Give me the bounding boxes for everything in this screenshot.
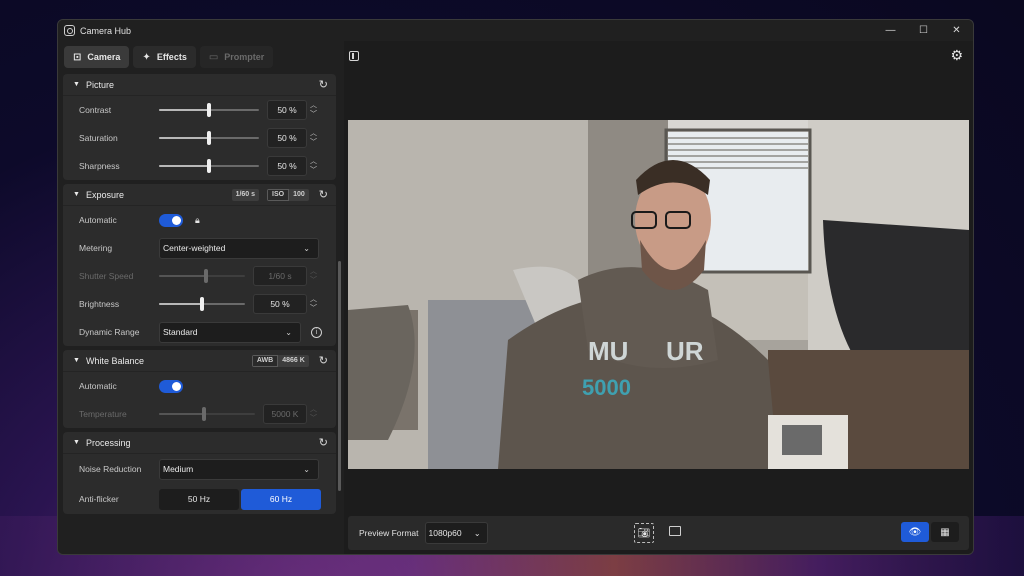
- temperature-value[interactable]: 5000 K: [263, 404, 307, 424]
- processing-header[interactable]: ▼ Processing ↻: [63, 432, 336, 454]
- app-icon: [64, 25, 75, 36]
- metering-row: Metering Center-weighted ⌄: [63, 234, 336, 262]
- noise-reduction-row: Noise Reduction Medium ⌄: [63, 454, 336, 484]
- processing-section: ▼ Processing ↻ Noise Reduction Medium ⌄ A…: [63, 432, 336, 514]
- reset-icon[interactable]: ↻: [319, 188, 328, 201]
- lock-icon[interactable]: 🔒︎: [195, 215, 200, 226]
- shutter-speed-slider[interactable]: [159, 268, 245, 284]
- preview-format-dropdown[interactable]: 1080p60 ⌄: [424, 522, 488, 544]
- picture-header[interactable]: ▼ Picture ↻: [63, 74, 336, 96]
- contrast-slider[interactable]: [159, 102, 259, 118]
- svg-text:MU: MU: [588, 336, 628, 366]
- noise-reduction-dropdown[interactable]: Medium ⌄: [159, 458, 319, 480]
- magic-wand-icon: ✦: [142, 51, 151, 63]
- tab-prompter[interactable]: ▭ Prompter: [199, 46, 274, 68]
- brightness-slider[interactable]: [159, 296, 245, 312]
- dynamic-range-row: Dynamic Range Standard ⌄ i: [63, 318, 336, 346]
- white-balance-header[interactable]: ▼ White Balance AWB 4866 K ↻: [63, 350, 336, 372]
- saturation-value[interactable]: 50 %: [267, 128, 307, 148]
- camera-feed-image: MU UR 5000: [348, 120, 969, 469]
- awb-badge: AWB 4866 K: [251, 354, 309, 367]
- anti-flicker-row: Anti-flicker 50 Hz 60 Hz: [63, 484, 336, 514]
- iso-badge: ISO 100: [267, 188, 309, 201]
- reset-icon[interactable]: ↻: [319, 436, 328, 449]
- tab-camera[interactable]: ⊡ Camera: [64, 46, 130, 68]
- folder-icon[interactable]: [669, 526, 681, 536]
- tab-effects[interactable]: ✦ Effects: [133, 46, 196, 68]
- temperature-slider[interactable]: [159, 406, 255, 422]
- app-window: Camera Hub — ☐ ✕ ⊡ Camera ✦ Effects ▭ Pr…: [57, 19, 974, 555]
- info-icon[interactable]: i: [311, 326, 322, 338]
- saturation-stepper[interactable]: ︿ ﹀: [310, 129, 317, 147]
- reset-icon[interactable]: ↻: [319, 354, 328, 367]
- toggle-sidebar-icon[interactable]: [349, 51, 359, 61]
- temperature-row: Temperature 5000 K ︿ ﹀: [79, 404, 317, 424]
- exposure-header[interactable]: ▼ Exposure 1/60 s ISO 100 ↻: [63, 184, 336, 206]
- saturation-row: Saturation 50 % ︿ ﹀: [79, 128, 317, 148]
- gear-icon[interactable]: ⚙: [950, 47, 963, 64]
- reset-icon[interactable]: ↻: [319, 78, 328, 91]
- shutter-speed-stepper[interactable]: ︿ ﹀: [310, 267, 317, 285]
- exposure-automatic-row: Automatic 🔒︎: [79, 213, 200, 227]
- brightness-row: Brightness 50 % ︿ ﹀: [79, 294, 317, 314]
- camera-icon: ⊡: [73, 51, 82, 63]
- contrast-value[interactable]: 50 %: [267, 100, 307, 120]
- chevron-down-icon: ⌄: [285, 327, 292, 337]
- settings-scroll-area[interactable]: ▼ Picture ↻ Contrast 50 % ︿﹀ Saturation: [63, 74, 336, 550]
- anti-flicker-50hz-button[interactable]: 50 Hz: [159, 488, 239, 510]
- close-button[interactable]: ✕: [940, 20, 973, 41]
- chevron-down-icon: ⌄: [473, 528, 481, 538]
- window-title: Camera Hub: [80, 25, 132, 36]
- collapse-caret-icon: ▼: [73, 357, 80, 364]
- preview-eye-icon[interactable]: 👁︎: [901, 522, 929, 542]
- metering-dropdown[interactable]: Center-weighted ⌄: [159, 237, 319, 259]
- preview-format-label: Preview Format: [359, 528, 419, 538]
- brightness-value[interactable]: 50 %: [253, 294, 307, 314]
- maximize-button[interactable]: ☐: [907, 20, 940, 41]
- camera-preview: MU UR 5000: [348, 120, 969, 469]
- exposure-automatic-toggle[interactable]: [159, 213, 183, 227]
- shutter-speed-value[interactable]: 1/60 s: [253, 266, 307, 286]
- preview-toolbar: Preview Format 1080p60 ⌄ 📷︎ 👁︎ ▦: [348, 516, 969, 550]
- brightness-stepper[interactable]: ︿ ﹀: [310, 295, 317, 313]
- wb-automatic-toggle[interactable]: [159, 379, 183, 393]
- settings-panel: ⊡ Camera ✦ Effects ▭ Prompter ▼ Picture …: [58, 41, 344, 554]
- temperature-stepper[interactable]: ︿ ﹀: [310, 405, 317, 423]
- chevron-down-icon: ⌄: [303, 243, 310, 253]
- exposure-section: ▼ Exposure 1/60 s ISO 100 ↻ Automatic 🔒︎ …: [63, 184, 336, 346]
- chevron-down-icon: ⌄: [303, 464, 310, 474]
- snapshot-camera-icon[interactable]: 📷︎: [634, 523, 654, 543]
- collapse-caret-icon: ▼: [73, 191, 80, 198]
- shutter-speed-row: Shutter Speed 1/60 s ︿ ﹀: [79, 266, 317, 286]
- picture-section: ▼ Picture ↻ Contrast 50 % ︿﹀ Saturation: [63, 74, 336, 180]
- contrast-row: Contrast 50 % ︿ ﹀: [79, 100, 317, 120]
- prompter-icon: ▭: [208, 51, 219, 63]
- sharpness-value[interactable]: 50 %: [267, 156, 307, 176]
- saturation-slider[interactable]: [159, 130, 259, 146]
- shutter-badge: 1/60 s: [231, 188, 260, 201]
- dynamic-range-dropdown[interactable]: Standard ⌄: [159, 321, 301, 343]
- svg-text:5000: 5000: [582, 375, 631, 400]
- collapse-caret-icon: ▼: [73, 439, 80, 446]
- grid-overlay-icon[interactable]: ▦: [931, 522, 959, 542]
- wb-automatic-row: Automatic: [63, 372, 336, 400]
- contrast-stepper[interactable]: ︿ ﹀: [310, 101, 317, 119]
- minimize-button[interactable]: —: [874, 20, 907, 41]
- sharpness-slider[interactable]: [159, 158, 259, 174]
- tab-bar: ⊡ Camera ✦ Effects ▭ Prompter: [58, 41, 344, 74]
- sharpness-stepper[interactable]: ︿ ﹀: [310, 157, 317, 175]
- anti-flicker-60hz-button[interactable]: 60 Hz: [241, 488, 321, 510]
- scrollbar[interactable]: [338, 261, 341, 491]
- title-bar: Camera Hub — ☐ ✕: [58, 20, 973, 41]
- sharpness-row: Sharpness 50 % ︿ ﹀: [79, 156, 317, 176]
- svg-text:UR: UR: [666, 336, 704, 366]
- collapse-caret-icon: ▼: [73, 81, 80, 88]
- white-balance-section: ▼ White Balance AWB 4866 K ↻ Automatic Te…: [63, 350, 336, 428]
